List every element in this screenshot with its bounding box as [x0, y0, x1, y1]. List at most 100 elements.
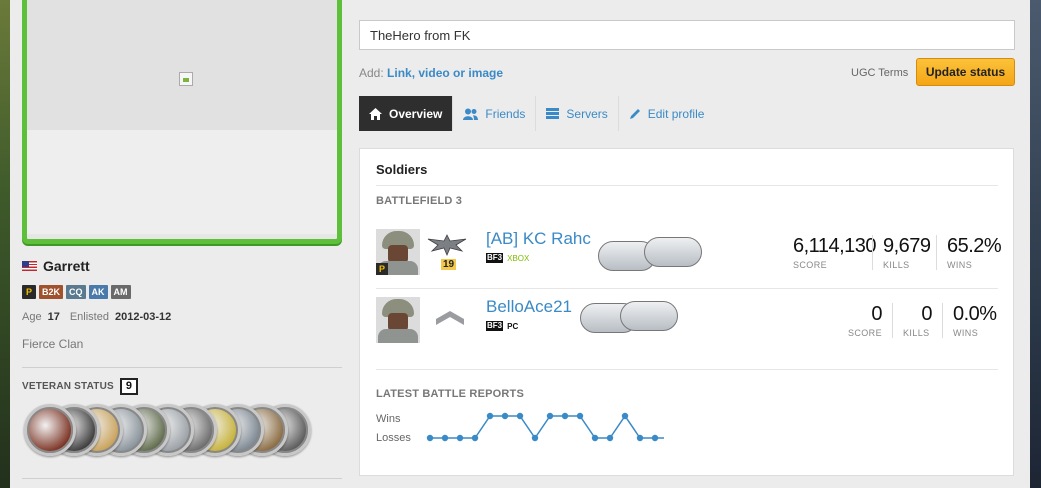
premium-badge-icon: P	[376, 263, 388, 275]
battle-loss-point[interactable]	[426, 434, 434, 442]
clan-tag[interactable]: AM	[110, 285, 131, 299]
soldier-stats: 0 SCORE 0 KILLS 0.0% WINS	[836, 303, 998, 338]
platform-label: PC	[507, 321, 519, 331]
stat-value: 0	[871, 303, 882, 325]
tab-edit-profile[interactable]: Edit profile	[619, 96, 715, 131]
add-attachment: Add: Link, video or image	[359, 66, 503, 80]
profile-name-text: Garrett	[43, 258, 90, 274]
platform-label: XBOX	[507, 253, 530, 263]
update-status-button[interactable]: Update status	[916, 58, 1015, 86]
battle-win-point[interactable]	[516, 412, 524, 420]
soldiers-panel: Soldiers BATTLEFIELD 3 P 19 [AB] KC Rahc…	[359, 148, 1014, 476]
pencil-icon	[629, 108, 641, 120]
home-icon	[369, 107, 382, 120]
users-icon	[463, 108, 479, 120]
soldier-row[interactable]: BelloAce21 BF3 PC 0 SCORE 0 KILLS 0.0% W…	[376, 297, 998, 357]
profile-name: Garrett	[22, 258, 90, 274]
battle-loss-point[interactable]	[456, 434, 464, 442]
battle-win-point[interactable]	[576, 412, 584, 420]
stat-value: 0.0%	[953, 303, 997, 325]
avatar-image	[27, 0, 337, 130]
profile-meta: Age 17 Enlisted 2012-03-12	[22, 311, 175, 323]
battle-win-point[interactable]	[486, 412, 494, 420]
veteran-medal-icon[interactable]	[24, 404, 76, 456]
tab-label: Friends	[485, 106, 526, 121]
battle-results-line	[430, 414, 664, 440]
battle-reports-chart[interactable]	[424, 407, 664, 447]
battle-loss-point[interactable]	[441, 434, 449, 442]
soldier-name-link[interactable]: [AB] KC Rahc	[486, 229, 591, 249]
background-left	[0, 0, 10, 488]
battle-win-point[interactable]	[621, 412, 629, 420]
stat-wins: 65.2% WINS	[936, 235, 1002, 270]
divider	[376, 185, 998, 186]
battle-loss-point[interactable]	[471, 434, 479, 442]
veteran-status-count: 9	[119, 378, 139, 395]
broken-image-icon	[179, 72, 193, 86]
rank-eagle-icon	[427, 234, 467, 257]
add-label: Add:	[359, 66, 384, 80]
clan-tag[interactable]: CQ	[66, 285, 86, 299]
tab-friends[interactable]: Friends	[453, 96, 537, 131]
clan-tag[interactable]: AK	[88, 285, 108, 299]
battle-loss-point[interactable]	[531, 434, 539, 442]
status-input[interactable]	[359, 20, 1015, 50]
panel-title: Soldiers	[376, 162, 428, 177]
enlisted-value: 2012-03-12	[114, 311, 172, 323]
stat-score: 0 SCORE	[836, 303, 892, 338]
enlisted-label: Enlisted	[69, 311, 109, 323]
veteran-status-label: VETERAN STATUS	[22, 381, 114, 392]
stat-wins: 0.0% WINS	[942, 303, 998, 338]
age-label: Age	[22, 311, 42, 323]
tab-label: Overview	[389, 106, 443, 121]
clan-tags: P B2K CQ AK AM	[22, 285, 131, 299]
divider	[22, 478, 342, 479]
dogtags[interactable]	[580, 301, 690, 337]
clan-name: Fierce Clan	[22, 337, 84, 351]
avatar[interactable]	[22, 0, 342, 244]
soldier-stats: 6,114,130 SCORE 9,679 KILLS 65.2% WINS	[783, 235, 1002, 270]
ugc-terms-link[interactable]: UGC Terms	[851, 67, 908, 79]
battle-loss-point[interactable]	[636, 434, 644, 442]
clan-tag[interactable]: P	[22, 285, 36, 299]
battle-win-point[interactable]	[501, 412, 509, 420]
battle-loss-point[interactable]	[651, 434, 659, 442]
battle-win-point[interactable]	[546, 412, 554, 420]
stat-score: 6,114,130 SCORE	[783, 235, 877, 270]
add-link[interactable]: Link, video or image	[387, 66, 503, 80]
losses-legend: Losses	[376, 432, 411, 444]
list-icon	[546, 108, 560, 119]
game-label: BATTLEFIELD 3	[376, 195, 463, 207]
clan-tag[interactable]: B2K	[39, 285, 64, 299]
tab-overview[interactable]: Overview	[359, 96, 454, 131]
game-badge: BF3	[486, 321, 504, 331]
dogtags[interactable]	[598, 237, 708, 273]
veteran-status: VETERAN STATUS 9	[22, 378, 139, 395]
soldier-row[interactable]: P 19 [AB] KC Rahc BF3 XBOX 6,114,130 SCO…	[376, 229, 1002, 289]
tab-servers[interactable]: Servers	[536, 96, 619, 131]
stat-kills: 9,679 KILLS	[872, 235, 936, 270]
soldier-platform: BF3 XBOX	[486, 253, 529, 263]
stat-label: SCORE	[847, 328, 882, 338]
dogtag-icon	[620, 301, 678, 331]
battle-loss-point[interactable]	[591, 434, 599, 442]
soldier-platform: BF3 PC	[486, 321, 518, 331]
stat-label: WINS	[953, 328, 979, 338]
game-badge: BF3	[486, 253, 504, 263]
soldier-name-link[interactable]: BelloAce21	[486, 297, 572, 317]
main-content: Add: Link, video or image UGC Terms Upda…	[342, 0, 1030, 488]
us-flag-icon	[22, 261, 37, 271]
rank-chevron-icon	[436, 311, 464, 325]
profile-sidebar: Garrett P B2K CQ AK AM Age 17 Enlisted 2…	[10, 0, 352, 488]
background-right	[1030, 0, 1041, 488]
divider	[376, 288, 998, 289]
battle-win-point[interactable]	[561, 412, 569, 420]
stat-kills: 0 KILLS	[892, 303, 942, 338]
tab-label: Edit profile	[647, 106, 705, 121]
stat-value: 0	[921, 303, 932, 325]
stat-label: KILLS	[883, 260, 910, 270]
veteran-medals	[24, 404, 314, 458]
battle-loss-point[interactable]	[606, 434, 614, 442]
stat-value: 9,679	[883, 235, 931, 257]
dogtag-icon	[644, 237, 702, 267]
